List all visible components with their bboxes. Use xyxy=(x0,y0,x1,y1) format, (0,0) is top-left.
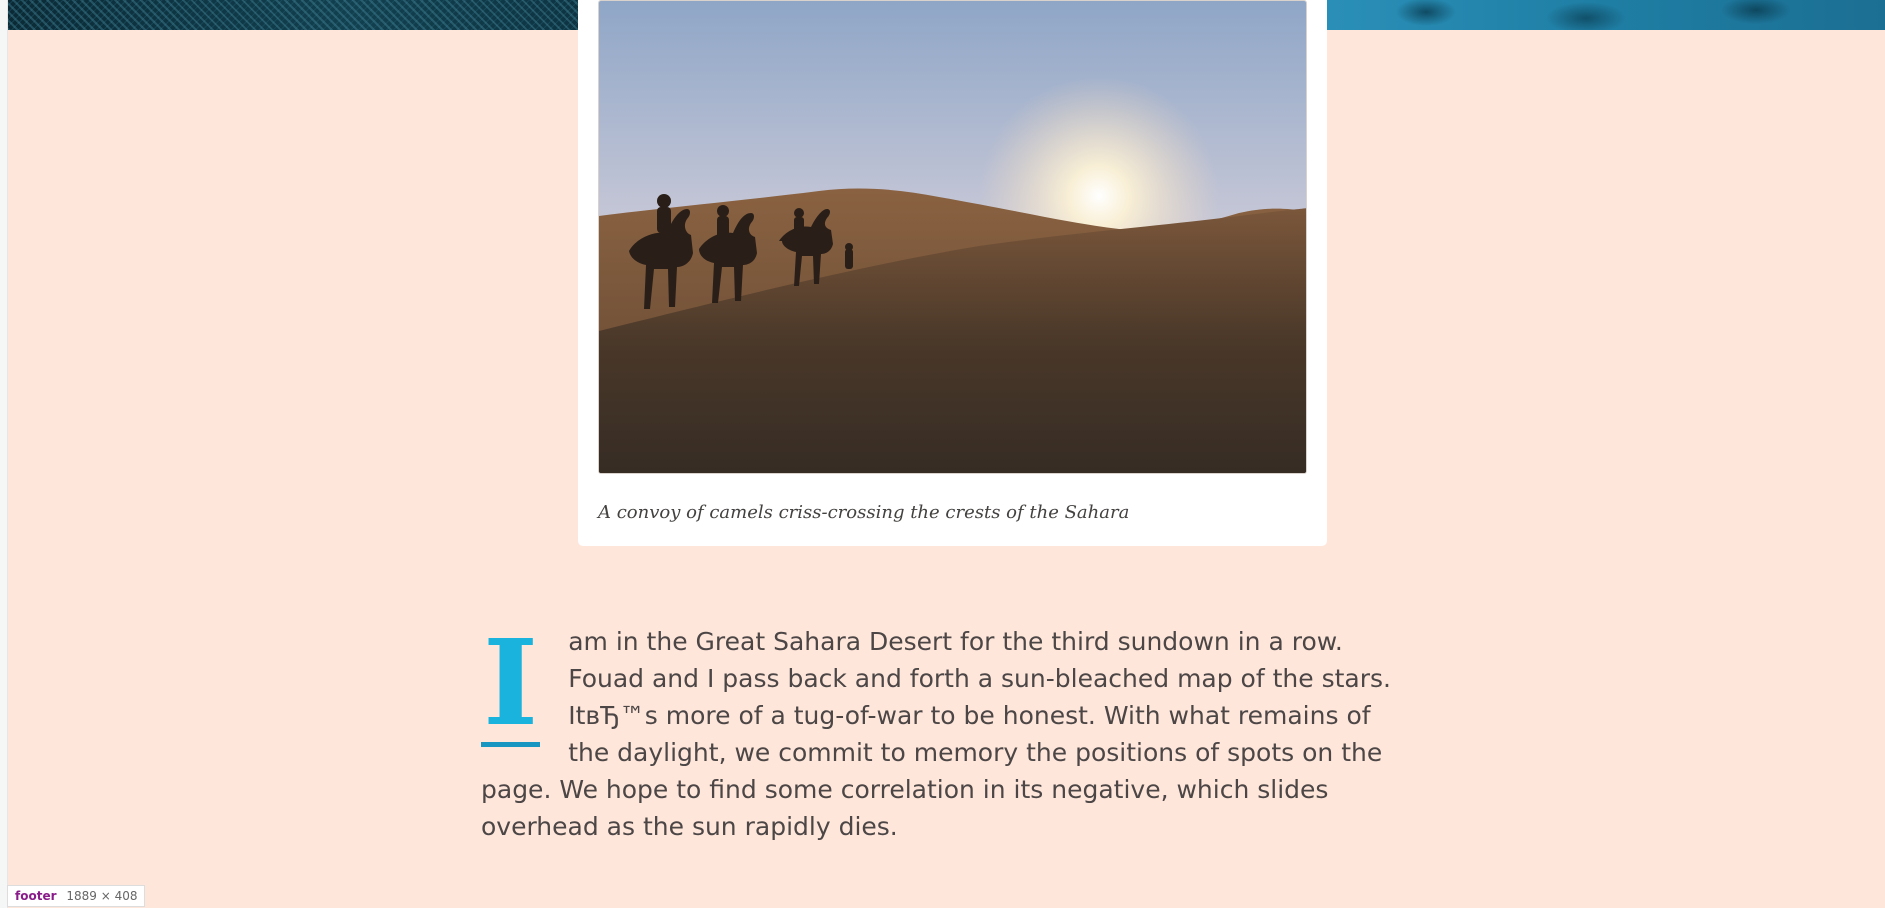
photo-figure: A convoy of camels criss-crossing the cr… xyxy=(578,0,1327,546)
devtools-element-badge: footer 1889 × 408 xyxy=(7,885,146,907)
sahara-photo xyxy=(598,0,1307,474)
element-size-label: 1889 × 408 xyxy=(66,889,138,903)
drop-cap: I xyxy=(481,613,541,752)
intro-paragraph: am in the Great Sahara Desert for the th… xyxy=(481,627,1391,841)
header-image-right xyxy=(1326,0,1885,30)
page-left-edge xyxy=(0,0,8,908)
article-body: I am in the Great Sahara Desert for the … xyxy=(481,623,1411,845)
photo-caption: A convoy of camels criss-crossing the cr… xyxy=(598,502,1130,523)
element-tag-label: footer xyxy=(15,889,57,903)
header-image-left xyxy=(8,0,578,30)
